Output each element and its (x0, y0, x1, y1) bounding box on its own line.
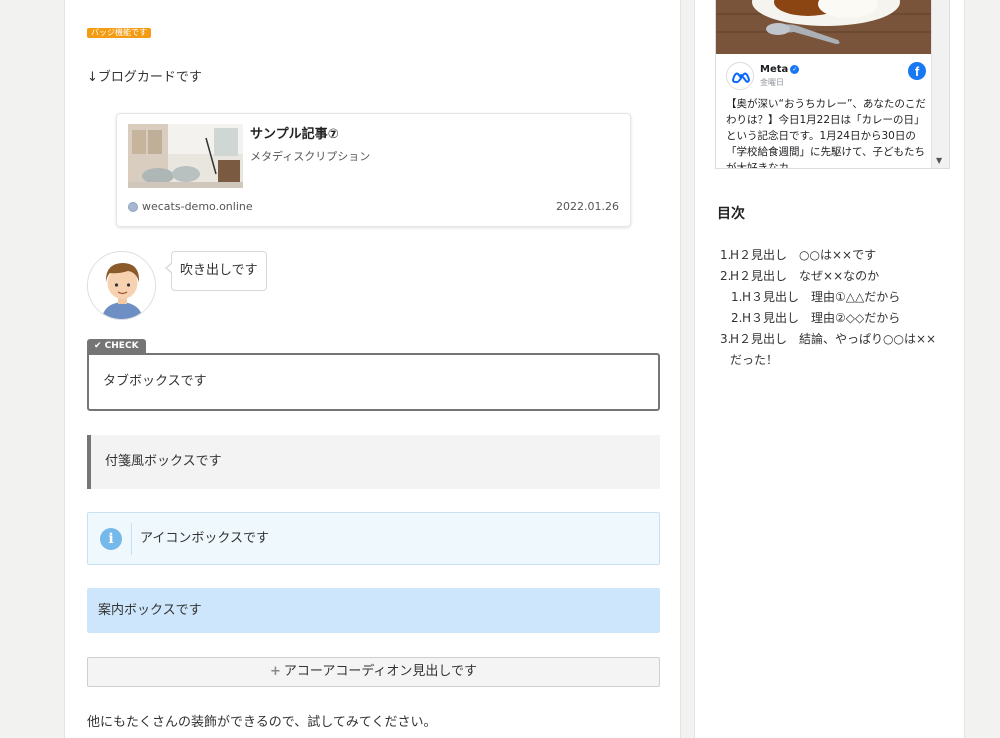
verified-icon: ✓ (790, 64, 800, 74)
blog-card-thumbnail (128, 124, 243, 188)
facebook-embed-scrollbar[interactable]: ▼ (931, 0, 949, 168)
sidebar: ▼ Meta ✓ 金曜日 f 【奥が深い“おうちカレー”、あなたのこだわりは？】今… (694, 0, 965, 738)
intro-text: ↓ブログカードです (87, 70, 202, 85)
speech-bubble: 吹き出しです (171, 251, 267, 291)
facebook-post-text: 【奥が深い“おうちカレー”、あなたのこだわりは？】今日1月22日は「カレーの日」… (726, 98, 926, 169)
facebook-post-day: 金曜日 (760, 78, 784, 87)
toc-item-number: 3. (720, 332, 732, 346)
blog-card-title[interactable]: サンプル記事⑦ (250, 123, 339, 142)
info-icon: i (100, 528, 122, 550)
blog-card-site-label: wecats-demo.online (142, 200, 253, 213)
toc-item[interactable]: 2. H２見出し なぜ××なのか (717, 266, 947, 287)
main-content: バッジ機能です ↓ブログカードです サンプル記事⑦ メタディスクリプション we… (64, 0, 681, 738)
tab-box-label: ✔ CHECK (87, 339, 146, 354)
blog-card-description: メタディスクリプション (250, 150, 371, 163)
toc-item-label[interactable]: H２見出し なぜ××なのか (730, 269, 879, 283)
toc-subitem[interactable]: 2. H３見出し 理由②◇◇だから (717, 308, 947, 329)
accordion-label: アコーアコーディオン見出しです (283, 664, 478, 679)
toc-item-label[interactable]: H３見出し 理由②◇◇だから (742, 311, 900, 325)
facebook-post-header: Meta ✓ 金曜日 f (726, 62, 926, 92)
sticky-box: 付箋風ボックスです (87, 435, 660, 489)
facebook-page-name-label[interactable]: Meta (760, 64, 788, 75)
toc-item-number: 2. (720, 269, 732, 283)
toc-item[interactable]: 1. H２見出し ○○は××です (717, 245, 947, 266)
accordion-heading[interactable]: + アコーアコーディオン見出しです (87, 657, 660, 687)
toc-item[interactable]: 3. H２見出し 結論、やっぱり○○は××だった！ (717, 329, 947, 371)
icon-box-text: アイコンボックスです (140, 531, 269, 546)
blog-card-site: wecats-demo.online (128, 200, 253, 213)
globe-icon (128, 201, 138, 212)
closing-text: 他にもたくさんの装飾ができるので、試してみてください。 (87, 715, 437, 730)
blog-card-date: 2022.01.26 (556, 200, 619, 213)
toc-item-label[interactable]: H３見出し 理由①△△だから (742, 290, 900, 304)
plus-icon: + (269, 664, 281, 679)
speech-bubble-tail-inner (167, 263, 173, 273)
toc-item-number: 1. (720, 248, 732, 262)
meta-logo-icon[interactable] (726, 62, 754, 90)
facebook-page-name[interactable]: Meta ✓ (760, 64, 800, 75)
icon-box-divider (131, 523, 132, 555)
facebook-embed[interactable]: ▼ Meta ✓ 金曜日 f 【奥が深い“おうちカレー”、あなたのこだわりは？】今… (715, 0, 950, 169)
facebook-icon[interactable]: f (908, 62, 926, 80)
avatar (87, 251, 156, 320)
toc-item-number: 2. (731, 311, 743, 325)
table-of-contents: 1. H２見出し ○○は××です 2. H２見出し なぜ××なのか 1. H３見出し … (717, 245, 947, 371)
toc-title: 目次 (717, 206, 745, 222)
toc-item-label[interactable]: H２見出し ○○は××です (730, 248, 876, 262)
toc-subitem[interactable]: 1. H３見出し 理由①△△だから (717, 287, 947, 308)
badge: バッジ機能です (87, 28, 151, 38)
icon-box: i アイコンボックスです (87, 512, 660, 565)
scroll-down-arrow-icon[interactable]: ▼ (936, 156, 942, 165)
guide-box: 案内ボックスです (87, 588, 660, 633)
toc-item-number: 1. (731, 290, 743, 304)
blog-card[interactable]: サンプル記事⑦ メタディスクリプション wecats-demo.online 2… (116, 113, 631, 227)
tab-box: タブボックスです (87, 353, 660, 411)
facebook-post-image[interactable] (716, 0, 932, 54)
toc-item-label[interactable]: H２見出し 結論、やっぱり○○は××だった！ (730, 332, 936, 367)
